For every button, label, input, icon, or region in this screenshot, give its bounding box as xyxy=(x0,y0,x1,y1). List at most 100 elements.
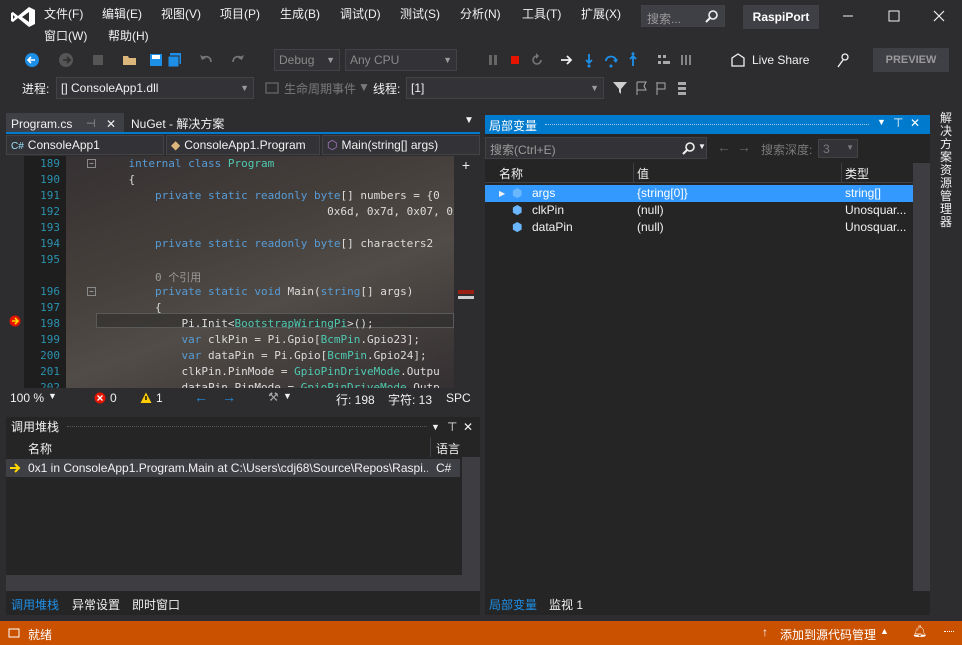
locals-search-input[interactable]: 搜索(Ctrl+E) ▼ xyxy=(485,137,707,159)
tab-immediate-window[interactable]: 即时窗口 xyxy=(132,596,180,613)
project-dropdown[interactable]: C# ConsoleApp1 xyxy=(6,135,164,155)
error-icon[interactable] xyxy=(94,392,106,404)
stop-icon[interactable] xyxy=(507,52,523,68)
tab-watch-1[interactable]: 监视 1 xyxy=(549,596,583,613)
code-line[interactable]: private static readonly byte[] character… xyxy=(102,237,433,250)
menu-debug[interactable]: 调试(D) xyxy=(340,5,381,22)
search-back-icon[interactable]: ← xyxy=(717,139,731,155)
split-icon[interactable]: + xyxy=(456,158,476,172)
locals-row-datapin[interactable]: ⬢ dataPin (null) Unosquar... xyxy=(485,219,913,236)
feedback-icon[interactable] xyxy=(836,52,852,68)
preview-badge[interactable]: PREVIEW xyxy=(873,48,949,72)
search-icon[interactable] xyxy=(682,141,696,155)
column-name[interactable]: 名称 xyxy=(499,165,523,182)
live-share-icon[interactable] xyxy=(730,52,746,68)
code-line[interactable]: 0x6d, 0x7d, 0x07, 0x7f, xyxy=(102,205,454,218)
thread-icon[interactable] xyxy=(680,52,696,68)
pin-icon[interactable]: ⊤ xyxy=(893,116,903,130)
vertical-scrollbar[interactable] xyxy=(462,457,480,591)
next-issue-icon[interactable]: → xyxy=(222,389,236,405)
tab-nuget[interactable]: NuGet - 解决方案 xyxy=(126,113,246,133)
pause-icon[interactable] xyxy=(485,52,501,68)
open-file-icon[interactable] xyxy=(122,52,138,68)
column-language[interactable]: 语言 xyxy=(436,440,460,457)
chevron-up-icon[interactable]: ▲ xyxy=(880,626,889,636)
chevron-down-icon[interactable]: ▼ xyxy=(698,142,706,151)
tab-call-stack[interactable]: 调用堆栈 xyxy=(11,596,59,613)
search-forward-icon[interactable]: → xyxy=(737,139,751,155)
menu-analyze[interactable]: 分析(N) xyxy=(460,5,501,22)
menu-build[interactable]: 生成(B) xyxy=(280,5,320,22)
undo-icon[interactable] xyxy=(198,52,214,68)
live-share-button[interactable]: Live Share xyxy=(752,53,809,67)
menu-extensions[interactable]: 扩展(X) xyxy=(581,5,621,22)
configuration-dropdown[interactable]: Debug ▼ xyxy=(274,49,340,71)
column-value[interactable]: 值 xyxy=(637,165,649,182)
step-over-icon[interactable] xyxy=(603,52,619,68)
process-dropdown[interactable]: [] ConsoleApp1.dll ▼ xyxy=(56,77,254,99)
previous-issue-icon[interactable]: ← xyxy=(194,389,208,405)
column-name[interactable]: 名称 xyxy=(28,440,52,457)
filter-icon[interactable] xyxy=(612,80,628,96)
variable-value[interactable]: (null) xyxy=(637,202,837,219)
close-icon[interactable] xyxy=(929,6,949,26)
pin-icon[interactable]: ⊣ xyxy=(86,117,96,130)
menu-tools[interactable]: 工具(T) xyxy=(522,5,561,22)
show-next-statement-icon[interactable] xyxy=(559,52,575,68)
save-icon[interactable] xyxy=(148,52,164,68)
code-line[interactable]: var dataPin = Pi.Gpio[BcmPin.Gpio24]; xyxy=(102,349,426,362)
close-icon[interactable]: ✕ xyxy=(106,117,116,131)
new-project-icon[interactable] xyxy=(90,52,106,68)
save-all-icon[interactable] xyxy=(167,52,183,68)
chevron-down-icon[interactable]: ▼ xyxy=(48,391,57,401)
solution-explorer-tab[interactable]: 解决方案资源管理器 xyxy=(940,112,956,229)
tab-program-cs[interactable]: Program.cs ⊣ ✕ xyxy=(6,113,124,133)
menu-test[interactable]: 测试(S) xyxy=(400,5,440,22)
back-icon[interactable] xyxy=(24,52,40,68)
code-line[interactable]: dataPin.PinMode = GpioPinDriveMode.Outp xyxy=(102,381,439,388)
collapse-icon[interactable]: − xyxy=(87,159,96,168)
chevron-down-icon[interactable]: ▼ xyxy=(431,417,440,437)
menu-file[interactable]: 文件(F) xyxy=(44,5,83,22)
resize-grip[interactable] xyxy=(944,631,954,632)
editor-scrollbar[interactable]: + xyxy=(454,156,480,388)
chevron-down-icon[interactable]: ▼ xyxy=(283,391,292,401)
code-line[interactable]: var clkPin = Pi.Gpio[BcmPin.Gpio23]; xyxy=(102,333,419,346)
notification-bell-icon[interactable]: 🔔︎ xyxy=(912,624,927,638)
chevron-down-icon[interactable]: ▼ xyxy=(877,117,886,127)
stack-frame-icon[interactable] xyxy=(674,80,690,96)
table-row[interactable]: 0x1 in ConsoleApp1.Program.Main at C:\Us… xyxy=(6,459,460,477)
locals-row-clkpin[interactable]: ⬢ clkPin (null) Unosquar... xyxy=(485,202,913,219)
menu-view[interactable]: 视图(V) xyxy=(161,5,201,22)
horizontal-scrollbar[interactable] xyxy=(6,575,462,591)
search-depth-dropdown[interactable]: 3 ▼ xyxy=(818,139,858,158)
code-line[interactable]: internal class Program xyxy=(102,157,275,170)
close-icon[interactable]: ✕ xyxy=(910,116,920,130)
grip[interactable] xyxy=(67,426,427,428)
restart-icon[interactable] xyxy=(529,52,545,68)
thread-flag-icon[interactable] xyxy=(654,80,670,96)
zoom-level[interactable]: 100 % xyxy=(10,391,44,405)
code-line[interactable]: private static void Main(string[] args) xyxy=(102,285,413,298)
lifecycle-events-dropdown[interactable]: 生命周期事件 xyxy=(284,80,356,97)
scroll-thumb[interactable] xyxy=(458,296,474,299)
menu-help[interactable]: 帮助(H) xyxy=(108,27,149,44)
tab-locals[interactable]: 局部变量 xyxy=(489,596,537,613)
collapse-icon[interactable]: − xyxy=(87,287,96,296)
variable-value[interactable]: (null) xyxy=(637,219,837,236)
tab-exception-settings[interactable]: 异常设置 xyxy=(72,596,120,613)
menu-window[interactable]: 窗口(W) xyxy=(44,27,87,44)
add-to-source-control-button[interactable]: 添加到源代码管理 xyxy=(780,626,876,643)
minimize-icon[interactable] xyxy=(838,6,858,26)
code-lens-references[interactable]: 0 个引用 xyxy=(102,269,201,285)
close-icon[interactable]: ✕ xyxy=(463,417,473,437)
vertical-scrollbar[interactable] xyxy=(913,163,930,591)
member-dropdown[interactable]: ⬡ Main(string[] args) xyxy=(322,135,480,155)
code-line[interactable]: clkPin.PinMode = GpioPinDriveMode.Outpu xyxy=(102,365,439,378)
type-dropdown[interactable]: ◆ ConsoleApp1.Program xyxy=(166,135,320,155)
code-line[interactable]: { xyxy=(102,173,135,186)
flag-icon[interactable] xyxy=(634,80,650,96)
menu-project[interactable]: 项目(P) xyxy=(220,5,260,22)
expand-chevron-icon[interactable]: ▶ xyxy=(499,185,505,202)
variable-value[interactable]: {string[0]} xyxy=(637,185,837,202)
